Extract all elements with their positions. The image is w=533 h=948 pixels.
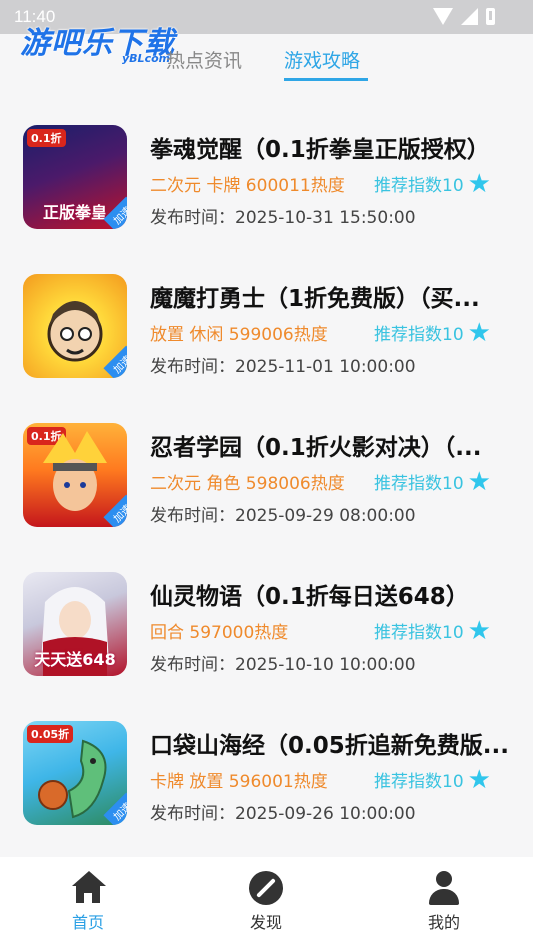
nav-me-label: 我的 bbox=[427, 913, 460, 932]
recommend-score: 推荐指数10 ★ bbox=[374, 317, 491, 348]
game-thumbnail: 加速 bbox=[23, 274, 127, 378]
item-tags: 回合 597000热度 bbox=[150, 623, 289, 643]
item-tags: 放置 休闲 599006热度 bbox=[150, 325, 328, 345]
wifi-icon bbox=[433, 8, 453, 25]
publish-time: 发布时间：2025-11-01 10:00:00 bbox=[150, 357, 416, 377]
star-icon: ★ bbox=[467, 466, 491, 497]
item-title: 魔魔打勇士（1折免费版）（买... bbox=[150, 286, 480, 312]
item-tags: 卡牌 放置 596001热度 bbox=[150, 772, 328, 792]
list-item[interactable]: 0.05折 加速 口袋山海经（0.05折追新免费版... 卡牌 放置 59600… bbox=[0, 704, 533, 853]
publish-time: 发布时间：2025-10-31 15:50:00 bbox=[150, 208, 416, 228]
recommend-score: 推荐指数10 ★ bbox=[374, 466, 491, 497]
star-icon: ★ bbox=[467, 615, 491, 646]
tab-hot-news[interactable]: 热点资讯 bbox=[166, 46, 242, 73]
list-item[interactable]: 天天送648 仙灵物语（0.1折每日送648） 回合 597000热度 推荐指数… bbox=[0, 555, 533, 704]
home-icon bbox=[70, 871, 106, 905]
item-title: 拳魂觉醒（0.1折拳皇正版授权） bbox=[150, 137, 490, 163]
item-tags: 二次元 卡牌 600011热度 bbox=[150, 176, 345, 196]
nav-home[interactable]: 首页 bbox=[28, 871, 148, 933]
compass-icon bbox=[248, 871, 284, 905]
star-icon: ★ bbox=[467, 764, 491, 795]
game-thumbnail: 0.1折 正版拳皇 加速 bbox=[23, 125, 127, 229]
nav-me[interactable]: 我的 bbox=[384, 871, 504, 933]
item-title: 忍者学园（0.1折火影对决）（... bbox=[150, 435, 482, 461]
active-tab-indicator bbox=[284, 78, 368, 81]
list-item[interactable]: 0.1折 加速 忍者学园（0.1折火影对决）（... 二次元 角色 598006… bbox=[0, 406, 533, 555]
recommend-score: 推荐指数10 ★ bbox=[374, 764, 491, 795]
nav-discover-label: 发现 bbox=[249, 913, 282, 932]
item-tags: 二次元 角色 598006热度 bbox=[150, 474, 345, 494]
game-thumbnail: 0.1折 加速 bbox=[23, 423, 127, 527]
star-icon: ★ bbox=[467, 168, 491, 199]
item-title: 口袋山海经（0.05折追新免费版... bbox=[150, 733, 509, 759]
item-title: 仙灵物语（0.1折每日送648） bbox=[150, 584, 469, 610]
signal-icon bbox=[461, 8, 478, 25]
recommend-label: 推荐指数10 bbox=[374, 474, 464, 494]
user-icon bbox=[426, 871, 462, 905]
recommend-score: 推荐指数10 ★ bbox=[374, 168, 491, 199]
recommend-label: 推荐指数10 bbox=[374, 176, 464, 196]
guide-list: 0.1折 正版拳皇 加速 拳魂觉醒（0.1折拳皇正版授权） 二次元 卡牌 600… bbox=[0, 108, 533, 853]
list-item[interactable]: 加速 魔魔打勇士（1折免费版）（买... 放置 休闲 599006热度 推荐指数… bbox=[0, 257, 533, 406]
status-icons bbox=[433, 8, 495, 25]
publish-time: 发布时间：2025-09-26 10:00:00 bbox=[150, 804, 416, 824]
publish-time: 发布时间：2025-10-10 10:00:00 bbox=[150, 655, 416, 675]
recommend-score: 推荐指数10 ★ bbox=[374, 615, 491, 646]
game-thumbnail: 天天送648 bbox=[23, 572, 127, 676]
game-thumbnail: 0.05折 加速 bbox=[23, 721, 127, 825]
list-item[interactable]: 0.1折 正版拳皇 加速 拳魂觉醒（0.1折拳皇正版授权） 二次元 卡牌 600… bbox=[0, 108, 533, 257]
recommend-label: 推荐指数10 bbox=[374, 325, 464, 345]
recommend-label: 推荐指数10 bbox=[374, 623, 464, 643]
recommend-label: 推荐指数10 bbox=[374, 772, 464, 792]
nav-discover[interactable]: 发现 bbox=[206, 871, 326, 933]
star-icon: ★ bbox=[467, 317, 491, 348]
discount-corner-tag: 0.1折 bbox=[27, 129, 66, 147]
nav-home-label: 首页 bbox=[71, 913, 104, 932]
tab-game-guide[interactable]: 游戏攻略 bbox=[284, 46, 360, 73]
publish-time: 发布时间：2025-09-29 08:00:00 bbox=[150, 506, 416, 526]
tab-bar: 热点资讯 游戏攻略 bbox=[0, 46, 533, 86]
bottom-navigation: 首页 发现 我的 bbox=[0, 857, 533, 948]
thumbnail-caption: 天天送648 bbox=[34, 650, 116, 669]
battery-icon bbox=[486, 8, 495, 25]
